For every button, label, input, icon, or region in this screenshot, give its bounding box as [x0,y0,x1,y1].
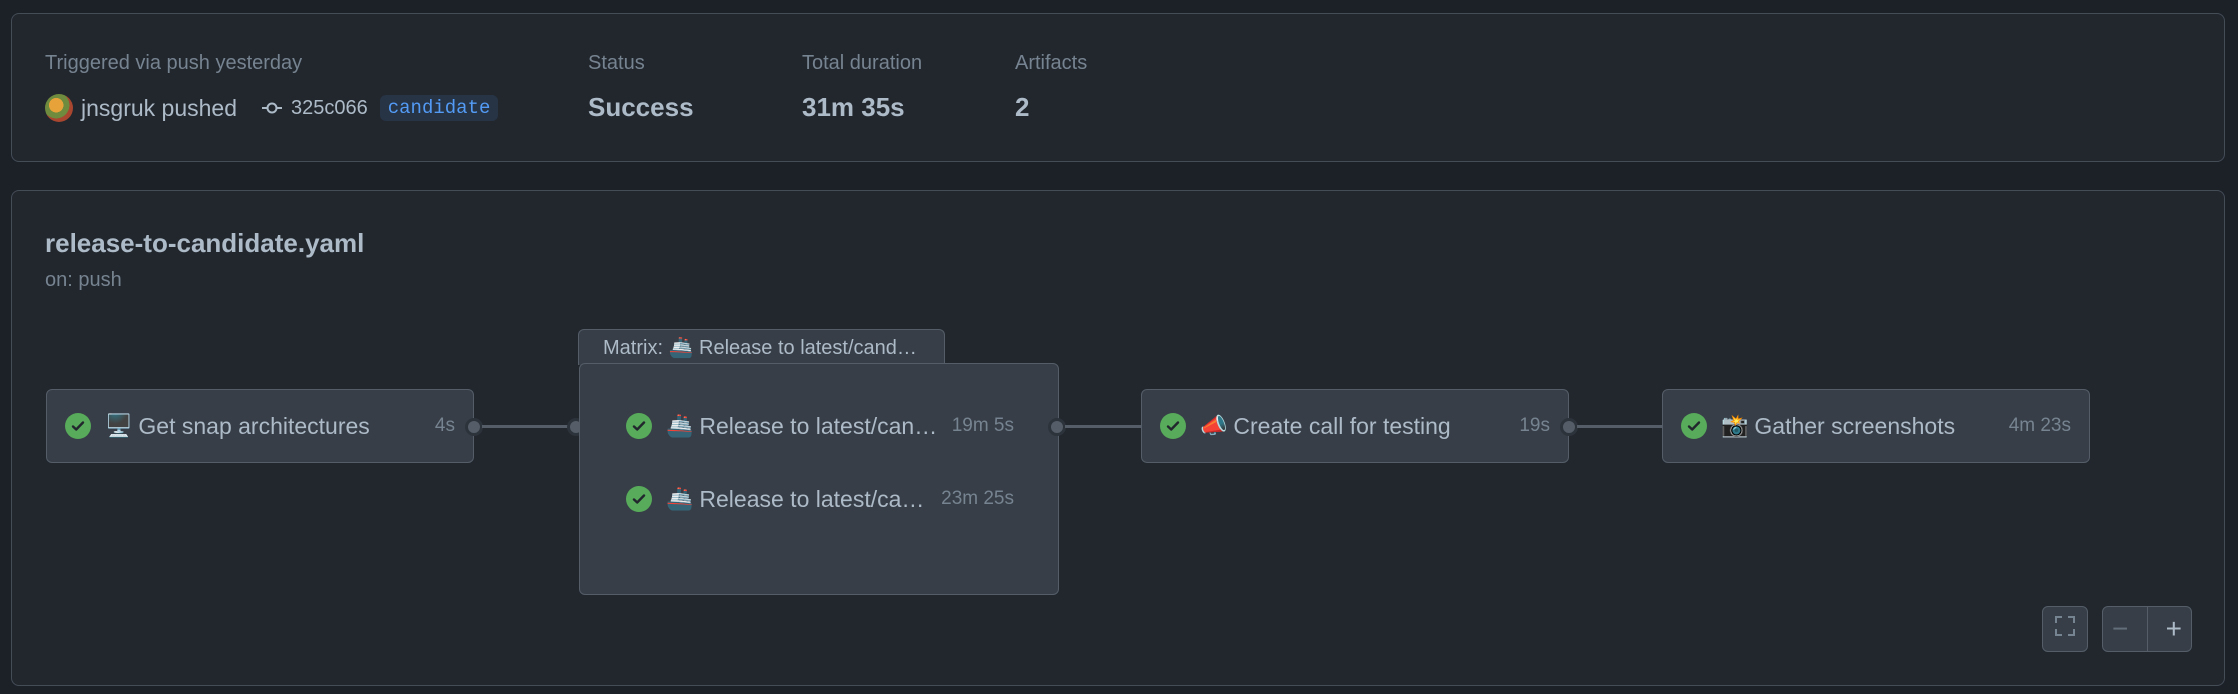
status-value: Success [588,92,694,122]
job-name: Release to latest/can… [699,412,938,439]
job-name: Release to latest/ca… [699,485,925,512]
zoom-controls: − + [2102,606,2192,652]
success-check-icon [626,413,652,439]
fullscreen-icon [2053,613,2077,645]
job-duration: 19m 5s [951,415,1014,436]
branch-badge[interactable]: candidate [379,95,499,121]
camera-flash-icon: 📸 [1721,413,1749,438]
trigger-label: Triggered via push yesterday [45,52,303,74]
job-gather-screenshots[interactable]: 📸 Gather screenshots 4m 23s [1662,389,2090,463]
workflow-trigger: on: push [45,269,122,291]
job-name: Gather screenshots [1754,412,1956,439]
artifacts-value[interactable]: 2 [1015,92,1029,123]
divider [2146,607,2148,651]
connector-node [465,418,483,436]
success-check-icon [65,413,91,439]
status-label: Status [588,52,645,74]
job-duration: 19s [1519,415,1550,436]
success-check-icon [626,486,652,512]
git-commit-icon [261,97,283,119]
job-name: Get snap architectures [138,412,370,439]
job-name: Create call for testing [1233,412,1451,439]
megaphone-icon: 📣 [1200,413,1228,438]
zoom-out-button[interactable]: − [2112,613,2128,645]
ship-icon: 🚢 [666,413,694,438]
success-check-icon [1160,413,1186,439]
zoom-in-button[interactable]: + [2166,613,2182,645]
matrix-group: 🚢 Release to latest/can… 19m 5s 🚢 Releas… [579,363,1059,595]
duration-value[interactable]: 31m 35s [802,92,905,123]
run-summary-panel: Triggered via push yesterday jnsgruk pus… [11,13,2225,162]
job-duration: 4m 23s [2008,415,2071,436]
workflow-graph-panel: release-to-candidate.yaml on: push 🖥️ Ge… [11,190,2225,686]
connector-line [482,425,578,428]
artifacts-label: Artifacts [1015,52,1088,74]
job-duration: 4s [434,415,455,436]
connector-line [1577,425,1673,428]
matrix-job-2[interactable]: 🚢 Release to latest/ca… 23m 25s [580,469,1060,529]
ship-icon: 🚢 [666,486,694,511]
matrix-group-title[interactable]: Matrix: 🚢 Release to latest/cand… [578,329,945,365]
duration-label: Total duration [802,52,923,74]
connector-node [1048,418,1066,436]
actor-row: jnsgruk pushed 325c066 candidate [45,94,499,122]
fullscreen-button[interactable] [2042,606,2088,652]
avatar[interactable] [45,94,73,122]
connector-node [1560,418,1578,436]
job-get-snap-architectures[interactable]: 🖥️ Get snap architectures 4s [46,389,474,463]
actor-text[interactable]: jnsgruk pushed [81,95,237,122]
workflow-file-title[interactable]: release-to-candidate.yaml [45,228,364,259]
commit-sha-link[interactable]: 325c066 [291,97,368,120]
desktop-computer-icon: 🖥️ [105,413,133,438]
success-check-icon [1681,413,1707,439]
matrix-job-1[interactable]: 🚢 Release to latest/can… 19m 5s [580,396,1060,456]
job-duration: 23m 25s [941,488,1014,509]
job-create-call-for-testing[interactable]: 📣 Create call for testing 19s [1141,389,1569,463]
